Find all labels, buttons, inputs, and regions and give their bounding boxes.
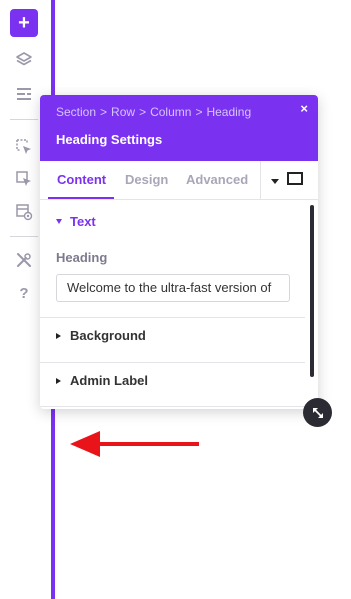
heading-field-label: Heading	[56, 250, 108, 265]
cursor-select-alt-icon	[16, 171, 31, 186]
caret-right-icon	[56, 378, 61, 384]
breadcrumb-item-section[interactable]: Section	[56, 105, 96, 119]
layers-icon	[16, 52, 32, 66]
active-tab-indicator	[48, 197, 114, 199]
expand-square-icon[interactable]	[287, 172, 303, 185]
tools-icon	[17, 253, 31, 267]
breadcrumb-separator: >	[100, 105, 108, 119]
resize-button[interactable]	[303, 398, 332, 427]
scrollbar[interactable]	[310, 205, 314, 377]
resize-diagonal-icon	[312, 407, 323, 418]
tab-design[interactable]: Design	[125, 161, 168, 199]
chevron-down-icon[interactable]	[271, 179, 279, 184]
caret-down-icon	[56, 219, 62, 224]
caret-right-icon	[56, 333, 61, 339]
red-arrow-annotation	[70, 431, 199, 457]
toggle-admin-label-section[interactable]: Admin Label	[56, 373, 148, 388]
settings-body: Text Heading Welcome to the ultra-fast v…	[40, 200, 318, 409]
breadcrumb-item-row[interactable]: Row	[111, 105, 135, 119]
toggle-admin-label-label: Admin Label	[70, 373, 149, 388]
tab-advanced[interactable]: Advanced	[186, 161, 248, 199]
help-icon: ?	[19, 284, 29, 302]
tab-tools	[260, 161, 318, 199]
close-icon[interactable]: ×	[300, 101, 308, 116]
toggle-background-label: Background	[70, 328, 146, 343]
modal-header: Section > Row > Column > Heading Heading Setti…	[40, 95, 318, 161]
add-button[interactable]: +	[10, 9, 38, 37]
toggle-text-section[interactable]: Text	[56, 214, 96, 229]
list-icon	[17, 88, 31, 100]
layers-button[interactable]	[10, 46, 38, 74]
preview-icon	[16, 204, 33, 221]
toolbar-divider	[10, 119, 38, 120]
heading-input[interactable]: Welcome to the ultra-fast version of	[56, 274, 290, 302]
plus-icon: +	[18, 12, 30, 34]
tab-content[interactable]: Content	[57, 161, 106, 199]
toggle-text-label: Text	[70, 214, 96, 229]
settings-tabs: Content Design Advanced	[40, 161, 318, 200]
preview-button[interactable]	[10, 198, 38, 226]
section-divider	[40, 406, 305, 407]
heading-settings-modal: Section > Row > Column > Heading Heading Setti…	[40, 95, 318, 409]
breadcrumb: Section > Row > Column > Heading	[56, 105, 251, 119]
cursor-select-icon	[16, 139, 31, 154]
wireframe-button[interactable]	[10, 80, 38, 108]
breadcrumb-item-heading[interactable]: Heading	[206, 105, 251, 119]
section-divider	[40, 317, 305, 318]
tools-button[interactable]	[10, 246, 38, 274]
modal-title: Heading Settings	[56, 132, 163, 147]
breadcrumb-item-column[interactable]: Column	[150, 105, 191, 119]
help-button[interactable]: ?	[10, 279, 38, 307]
toolbar-divider	[10, 236, 38, 237]
toggle-background-section[interactable]: Background	[56, 328, 146, 343]
breadcrumb-separator: >	[139, 105, 147, 119]
click-mode-button[interactable]	[10, 133, 38, 161]
section-divider	[40, 362, 305, 363]
breadcrumb-separator: >	[195, 105, 203, 119]
hover-mode-button[interactable]	[10, 165, 38, 193]
